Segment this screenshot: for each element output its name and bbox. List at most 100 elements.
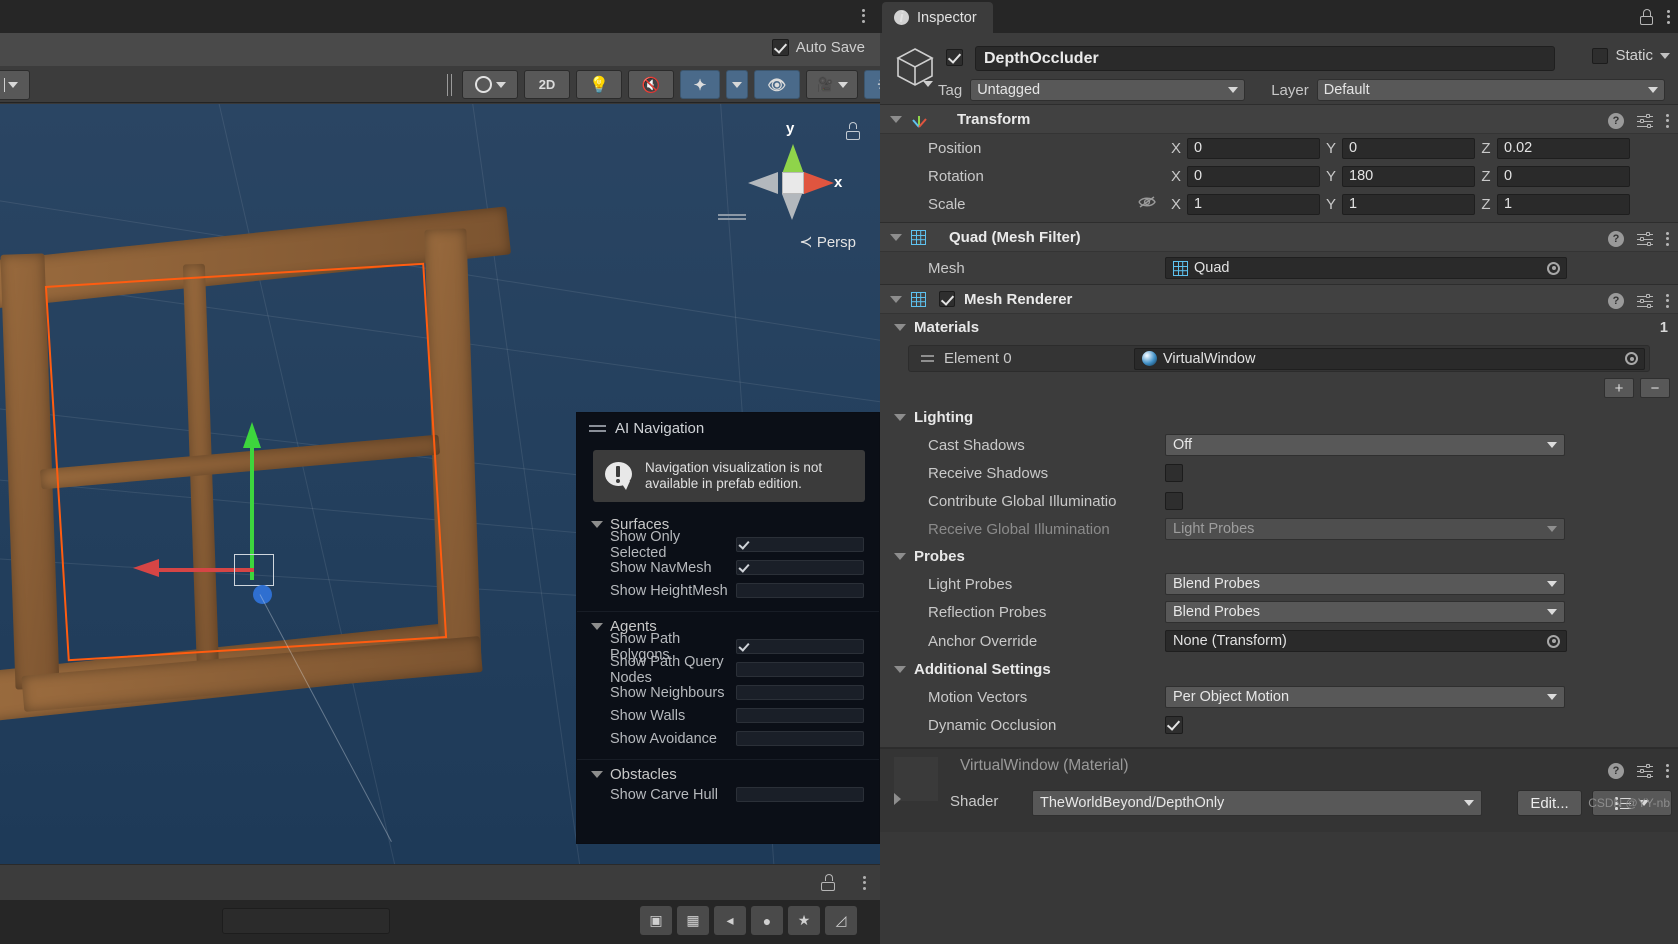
ai-nav-row-show-carve-hull[interactable]: Show Carve Hull bbox=[577, 783, 879, 806]
bottom-search-field[interactable] bbox=[222, 908, 390, 934]
ai-navigation-overlay[interactable]: AI Navigation Navigation visualization i… bbox=[576, 412, 880, 844]
chevron-down-icon[interactable] bbox=[894, 414, 906, 421]
scene-view-options-dropdown[interactable] bbox=[0, 70, 30, 100]
scene-footer-overflow-menu-icon[interactable] bbox=[863, 873, 866, 892]
file-icon[interactable]: ▦ bbox=[677, 906, 709, 935]
row-checkbox[interactable] bbox=[736, 731, 864, 746]
reorder-handle-icon[interactable] bbox=[921, 352, 934, 364]
ai-nav-section-obstacles[interactable]: Obstacles bbox=[577, 766, 879, 783]
autosave-checkbox[interactable] bbox=[771, 39, 789, 56]
scene-lighting-toggle[interactable]: 💡 bbox=[576, 70, 622, 99]
scale-z-field[interactable]: 1 bbox=[1497, 193, 1630, 215]
chevron-down-icon[interactable] bbox=[894, 553, 906, 560]
mesh-renderer-enabled-checkbox[interactable] bbox=[939, 291, 955, 307]
cast-shadows-dropdown[interactable]: Off bbox=[1165, 434, 1565, 456]
move-gizmo-x-arrow[interactable] bbox=[133, 559, 159, 577]
help-icon[interactable]: ? bbox=[1608, 762, 1624, 779]
material-object-field[interactable]: VirtualWindow bbox=[1134, 347, 1645, 370]
add-material-button[interactable]: + bbox=[1604, 378, 1634, 398]
remove-material-button[interactable]: − bbox=[1640, 378, 1670, 398]
layer-dropdown[interactable]: Default bbox=[1316, 79, 1665, 101]
transform-header[interactable]: Transform ? bbox=[880, 105, 1678, 134]
help-icon[interactable]: ? bbox=[1608, 292, 1624, 309]
shape-icon[interactable]: ◂ bbox=[714, 906, 746, 935]
chevron-down-icon[interactable] bbox=[591, 623, 603, 630]
gameobject-name-field[interactable]: DepthOccluder bbox=[975, 46, 1555, 71]
chevron-right-icon[interactable] bbox=[894, 793, 901, 805]
chevron-down-icon[interactable] bbox=[890, 115, 902, 123]
materials-section-header[interactable]: Materials 1 bbox=[880, 314, 1678, 341]
help-icon[interactable]: ? bbox=[1608, 230, 1624, 247]
help-icon[interactable]: ? bbox=[1608, 112, 1624, 129]
gameobject-enabled-checkbox[interactable] bbox=[946, 49, 963, 66]
row-checkbox[interactable] bbox=[736, 537, 864, 552]
material-element-0-row[interactable]: Element 0 VirtualWindow bbox=[908, 345, 1650, 372]
row-checkbox[interactable] bbox=[736, 639, 864, 654]
ai-nav-row-show-avoidance[interactable]: Show Avoidance bbox=[577, 727, 879, 750]
ai-nav-row-show-heightmesh[interactable]: Show HeightMesh bbox=[577, 579, 879, 602]
inspector-overflow-menu-icon[interactable] bbox=[1667, 7, 1670, 26]
row-checkbox[interactable] bbox=[736, 685, 864, 700]
preset-icon[interactable] bbox=[1637, 231, 1653, 247]
scene-camera-dropdown[interactable]: 🎥 bbox=[806, 70, 858, 99]
position-y-field[interactable]: 0 bbox=[1342, 137, 1475, 159]
motion-vectors-dropdown[interactable]: Per Object Motion bbox=[1165, 686, 1565, 708]
ai-nav-row-show-navmesh[interactable]: Show NavMesh bbox=[577, 556, 879, 579]
chevron-down-icon[interactable] bbox=[890, 233, 902, 241]
scale-y-field[interactable]: 1 bbox=[1342, 193, 1475, 215]
position-z-field[interactable]: 0.02 bbox=[1497, 137, 1630, 159]
ai-nav-row-show-only-selected[interactable]: Show Only Selected bbox=[577, 529, 879, 561]
hidden-objects-toggle[interactable]: 👁 bbox=[754, 70, 800, 99]
object-picker-icon[interactable] bbox=[1625, 352, 1638, 365]
scene-audio-toggle[interactable]: 🔇 bbox=[628, 70, 674, 99]
gizmo-x-cone[interactable] bbox=[804, 172, 834, 194]
scene-fx-toggle[interactable]: ✦ bbox=[680, 70, 720, 99]
rotation-z-field[interactable]: 0 bbox=[1497, 165, 1630, 187]
lock-icon[interactable] bbox=[1640, 8, 1653, 25]
chevron-down-icon[interactable] bbox=[894, 324, 906, 331]
chevron-down-icon[interactable] bbox=[890, 295, 902, 303]
ai-nav-row-show-neighbours[interactable]: Show Neighbours bbox=[577, 681, 879, 704]
gizmo-y-cone[interactable] bbox=[782, 144, 804, 174]
tag-dropdown[interactable]: Untagged bbox=[970, 79, 1246, 101]
edit-shader-button[interactable]: Edit... bbox=[1517, 790, 1582, 816]
gizmo-center-cube[interactable] bbox=[782, 172, 804, 194]
lighting-section-header[interactable]: Lighting bbox=[880, 404, 1678, 431]
row-checkbox[interactable] bbox=[736, 708, 864, 723]
receive-shadows-checkbox[interactable] bbox=[1165, 464, 1183, 482]
scene-projection-label[interactable]: ≺ Persp bbox=[799, 232, 856, 252]
ai-nav-row-show-path-query-nodes[interactable]: Show Path Query Nodes bbox=[577, 654, 879, 686]
position-x-field[interactable]: 0 bbox=[1187, 137, 1320, 159]
static-checkbox[interactable] bbox=[1592, 47, 1609, 64]
chevron-down-icon[interactable] bbox=[591, 521, 603, 528]
probes-section-header[interactable]: Probes bbox=[880, 543, 1678, 570]
image-icon[interactable]: ▣ bbox=[640, 906, 672, 935]
move-gizmo-plane-handle[interactable] bbox=[234, 554, 274, 586]
ai-navigation-titlebar[interactable]: AI Navigation bbox=[577, 413, 879, 444]
anchor-override-object-field[interactable]: None (Transform) bbox=[1165, 630, 1567, 652]
gizmo-neg-y-cone[interactable] bbox=[782, 194, 802, 220]
dynamic-occlusion-checkbox[interactable] bbox=[1165, 716, 1183, 734]
scene-orientation-gizmo[interactable]: y x bbox=[738, 120, 848, 234]
scale-x-field[interactable]: 1 bbox=[1187, 193, 1320, 215]
constrain-proportions-icon[interactable] bbox=[1138, 195, 1156, 214]
mesh-renderer-header[interactable]: Mesh Renderer ? bbox=[880, 285, 1678, 314]
row-checkbox[interactable] bbox=[736, 787, 864, 802]
component-overflow-menu-icon[interactable] bbox=[1666, 111, 1669, 130]
lock-icon[interactable] bbox=[821, 874, 836, 891]
light-probes-dropdown[interactable]: Blend Probes bbox=[1165, 573, 1565, 595]
move-gizmo-y-arrow[interactable] bbox=[243, 422, 261, 448]
gizmo-neg-x-cone[interactable] bbox=[748, 172, 778, 194]
drag-grip-icon[interactable] bbox=[589, 422, 606, 435]
autosave-toggle[interactable]: Auto Save bbox=[771, 39, 865, 56]
scene-fx-dropdown[interactable] bbox=[726, 70, 748, 99]
shader-dropdown[interactable]: TheWorldBeyond/DepthOnly bbox=[1032, 790, 1482, 816]
info-circle-icon[interactable]: ● bbox=[751, 906, 783, 935]
tab-inspector[interactable]: i Inspector bbox=[882, 2, 993, 33]
contribute-gi-checkbox[interactable] bbox=[1165, 492, 1183, 510]
component-overflow-menu-icon[interactable] bbox=[1666, 291, 1669, 310]
draw-mode-dropdown[interactable] bbox=[462, 70, 518, 99]
star-icon[interactable]: ★ bbox=[788, 906, 820, 935]
row-checkbox[interactable] bbox=[736, 662, 864, 677]
reflection-probes-dropdown[interactable]: Blend Probes bbox=[1165, 601, 1565, 623]
